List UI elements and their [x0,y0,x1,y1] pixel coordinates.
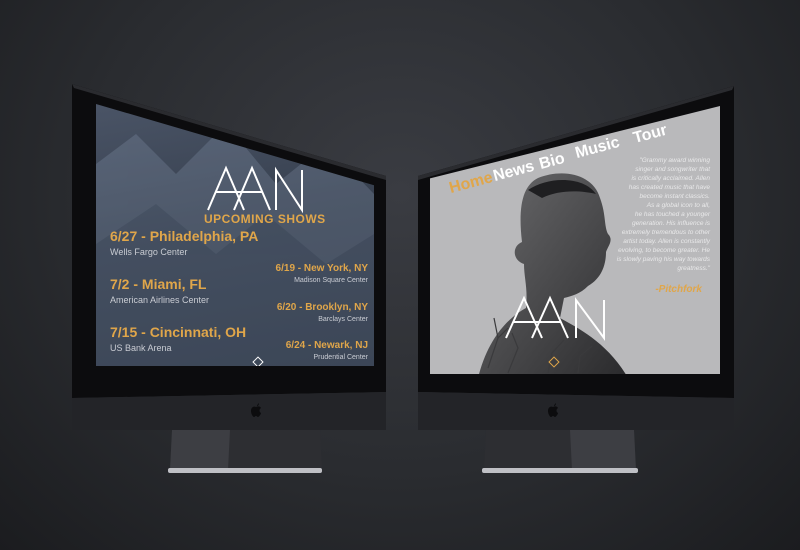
apple-logo-icon [548,403,558,417]
aan-logo-right [505,295,605,342]
quote-line: he has touched a younger [634,211,710,218]
quote-line: become instant classics. [639,193,710,200]
bio-quote: "Grammy award winning singer and songwri… [600,156,710,273]
quote-line: greatness." [677,265,710,272]
quote-line: artist today. Allen is constantly [623,238,710,245]
quote-line: singer and songwriter that [635,166,710,173]
quote-line: evolving, to become greater. He [618,247,710,254]
quote-line: is slowly paving his way towards [616,256,710,263]
quote-line: has created music that have [628,184,710,191]
quote-line: "Grammy award winning [639,157,710,164]
quote-line: is critically acclaimed. Allen [631,175,710,182]
mockup-scene: UPCOMING SHOWS 6/27 - Philadelphia, PA W… [0,0,800,550]
quote-line: As a global icon to all, [646,202,710,209]
quote-source: -Pitchfork [655,284,702,295]
quote-line: generation. His influence is [631,220,710,227]
quote-line: extremely tremendous to other [621,229,710,236]
